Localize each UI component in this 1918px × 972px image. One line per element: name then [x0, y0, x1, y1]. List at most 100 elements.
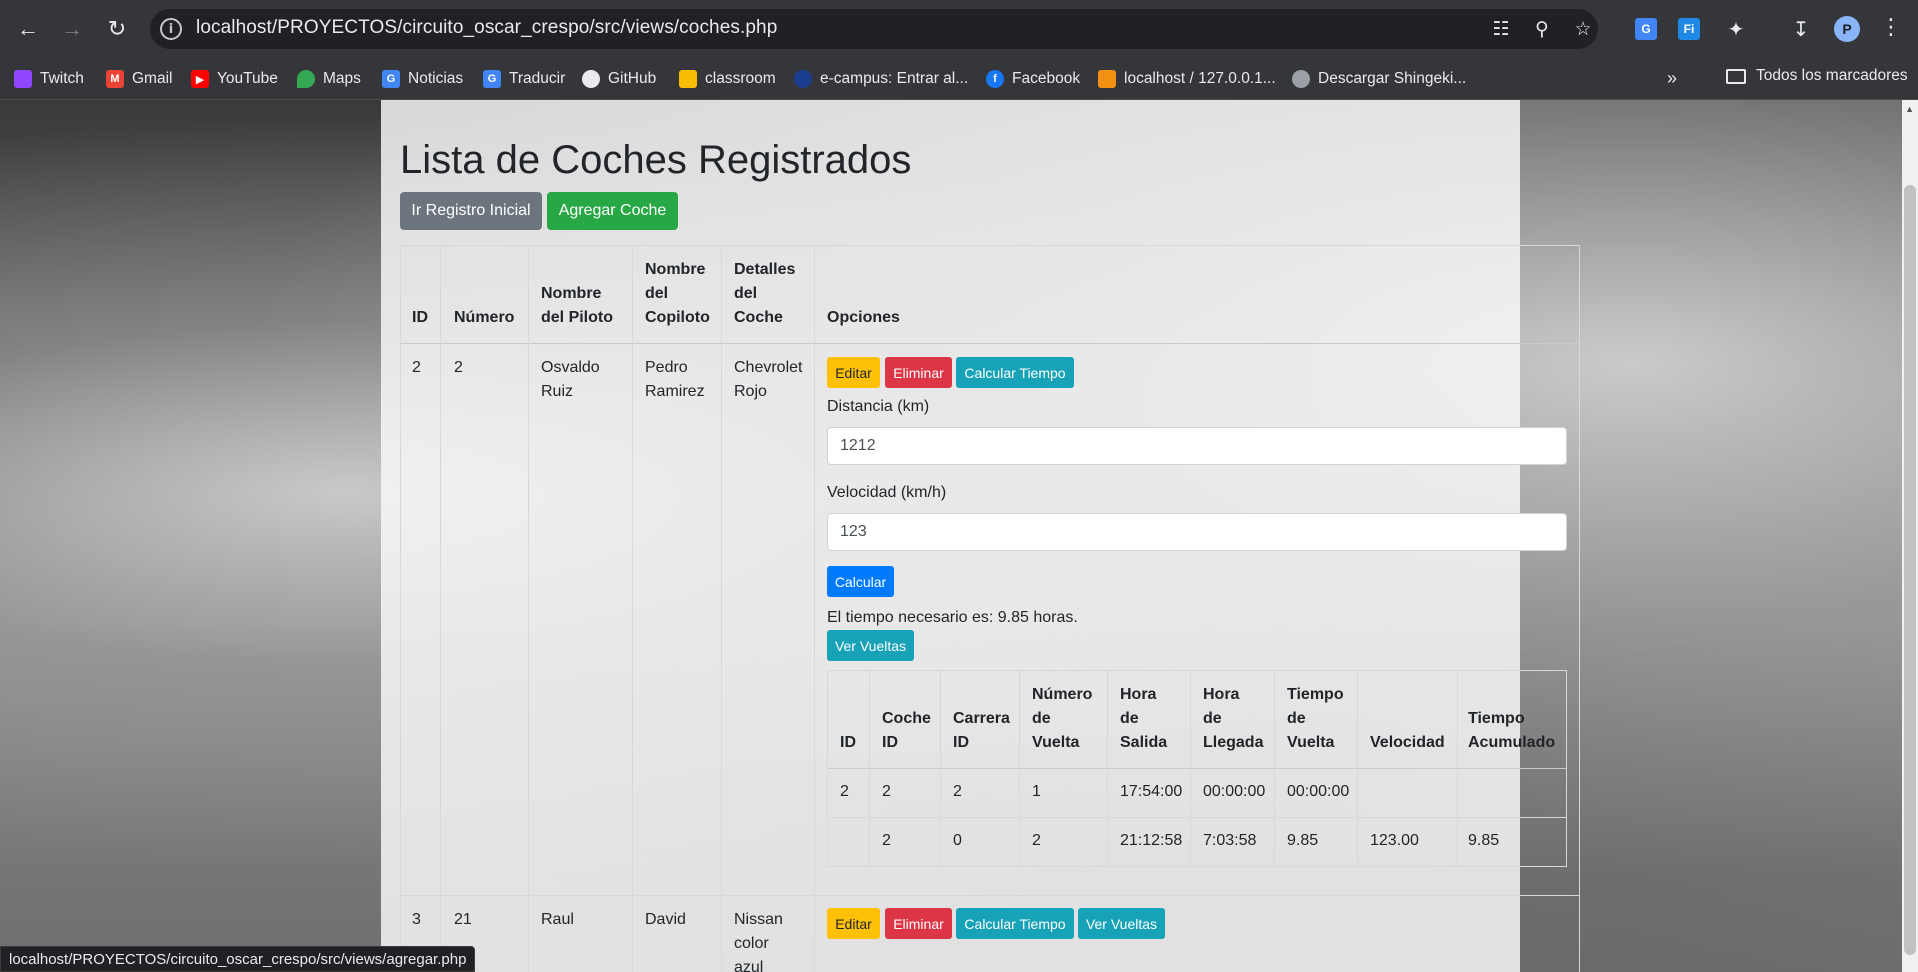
reload-icon[interactable]: ↻ [101, 13, 133, 45]
eliminar-button[interactable]: Eliminar [885, 357, 952, 388]
phpmyadmin-icon [1098, 70, 1116, 88]
table-border [827, 670, 828, 866]
cell-id: 2 [412, 359, 421, 376]
cell-line: Ramirez [645, 383, 705, 400]
agregar-coche-button[interactable]: Agregar Coche [547, 192, 678, 230]
browser-menu-icon[interactable]: ⋮ [1878, 14, 1904, 40]
downloads-icon[interactable]: ↧ [1786, 14, 1816, 44]
all-bookmarks-label: Todos los marcadores [1756, 67, 1908, 84]
profile-avatar[interactable]: P [1834, 16, 1860, 42]
bookmark-github[interactable]: GitHub [582, 67, 656, 91]
lap-cell-llegada: 7:03:58 [1203, 832, 1257, 849]
cell-copiloto: David [645, 908, 686, 932]
bookmark-label: Maps [323, 70, 361, 87]
header-copiloto: Nombre del Copiloto [645, 258, 710, 330]
lap-header-numero: Número de Vuelta [1032, 683, 1092, 755]
velocidad-input[interactable]: 123 [827, 513, 1567, 551]
zoom-icon[interactable]: ⚲ [1528, 15, 1556, 43]
bookmark-label: localhost / 127.0.0.1... [1124, 70, 1276, 87]
table-border [528, 245, 529, 972]
site-info-icon[interactable]: i [160, 18, 182, 40]
lap-cell-llegada: 00:00:00 [1203, 783, 1266, 800]
back-icon[interactable]: ← [12, 13, 44, 45]
lap-cell-acumulado: 9.85 [1468, 832, 1500, 849]
extensions-puzzle-icon[interactable]: ✦ [1721, 14, 1751, 44]
ver-vueltas-button[interactable]: Ver Vueltas [1078, 908, 1165, 939]
page-title: Lista de Coches Registrados [400, 138, 912, 182]
header-detalles: Detalles del Coche [734, 258, 795, 330]
translate-page-icon[interactable]: ☷ [1487, 15, 1515, 43]
extension-fi-icon[interactable]: Fi [1674, 14, 1704, 44]
header-line: del Piloto [541, 309, 613, 326]
bookmark-label: Gmail [132, 70, 173, 87]
browser-toolbar: ← → ↻ i localhost/PROYECTOS/circuito_osc… [0, 0, 1918, 58]
table-border [1579, 245, 1580, 972]
classroom-icon [679, 70, 697, 88]
lap-cell-numero: 1 [1032, 783, 1041, 800]
table-border [1107, 670, 1108, 866]
registro-inicial-button[interactable]: Ir Registro Inicial [400, 192, 542, 230]
bookmark-shingeki[interactable]: Descargar Shingeki... [1292, 67, 1466, 91]
cell-line: Pedro [645, 359, 688, 376]
table-border [1457, 670, 1458, 866]
bookmark-ecampus[interactable]: e-campus: Entrar al... [794, 67, 968, 91]
header-line: Salida [1120, 734, 1168, 751]
distancia-input[interactable]: 1212 [827, 427, 1567, 465]
ver-vueltas-button[interactable]: Ver Vueltas [827, 630, 914, 661]
velocidad-label: Velocidad (km/h) [827, 484, 947, 501]
bookmark-phpmyadmin[interactable]: localhost / 127.0.0.1... [1098, 67, 1276, 91]
bookmark-label: GitHub [608, 70, 657, 87]
lap-cell-velocidad: 123.00 [1370, 832, 1419, 849]
lap-header-llegada: Hora de Llegada [1203, 683, 1263, 755]
scroll-up-icon[interactable]: ▲ [1905, 104, 1914, 114]
calcular-tiempo-button[interactable]: Calcular Tiempo [956, 357, 1074, 388]
bookmark-label: Traducir [509, 70, 566, 87]
google-translate-extension-icon[interactable]: G [1631, 14, 1661, 44]
header-line: de [1203, 710, 1222, 727]
editar-button[interactable]: Editar [827, 357, 880, 388]
news-icon: G [382, 70, 400, 88]
header-line: Tiempo [1287, 686, 1344, 703]
bookmark-facebook[interactable]: f Facebook [986, 67, 1080, 91]
cell-piloto: Raul [541, 908, 574, 932]
table-border [400, 895, 1580, 896]
scrollbar-thumb[interactable] [1904, 185, 1916, 955]
bookmark-star-icon[interactable]: ☆ [1569, 15, 1597, 43]
lap-cell-numero: 2 [1032, 832, 1041, 849]
header-line: Coche [734, 309, 783, 326]
header-line: Carrera [953, 710, 1010, 727]
table-border [400, 343, 1580, 344]
bookmark-gmail[interactable]: M Gmail [106, 67, 172, 91]
page-scrollbar[interactable]: ▲ [1902, 100, 1918, 972]
table-border [869, 670, 870, 866]
forward-icon[interactable]: → [56, 13, 88, 45]
header-line: ID [882, 734, 898, 751]
bookmark-classroom[interactable]: classroom [679, 67, 776, 91]
lap-cell-carrera: 2 [953, 783, 962, 800]
lap-cell-id: 2 [840, 783, 849, 800]
editar-button[interactable]: Editar [827, 908, 880, 939]
calcular-button[interactable]: Calcular [827, 566, 894, 597]
cell-line: Rojo [734, 383, 767, 400]
bookmark-label: Noticias [408, 70, 464, 87]
lap-header-salida: Hora de Salida [1120, 683, 1167, 755]
bookmark-maps[interactable]: Maps [297, 67, 361, 91]
bookmark-youtube[interactable]: ▶ YouTube [191, 67, 278, 91]
bookmark-noticias[interactable]: G Noticias [382, 67, 463, 91]
lap-header-carrera: Carrera ID [953, 707, 1010, 755]
all-bookmarks-button[interactable]: Todos los marcadores [1726, 67, 1908, 85]
header-line: Hora [1120, 686, 1157, 703]
bookmark-traducir[interactable]: G Traducir [483, 67, 565, 91]
calcular-tiempo-button[interactable]: Calcular Tiempo [956, 908, 1074, 939]
url-text[interactable]: localhost/PROYECTOS/circuito_oscar_cresp… [196, 17, 777, 39]
cell-numero: 21 [454, 911, 472, 928]
eliminar-button[interactable]: Eliminar [885, 908, 952, 939]
header-id: ID [412, 309, 428, 326]
header-line: de [1032, 710, 1051, 727]
cell-line: color [734, 935, 769, 952]
table-border [1566, 670, 1567, 866]
table-border [1274, 670, 1275, 866]
bookmark-twitch[interactable]: Twitch [14, 67, 84, 91]
cell-line: Raul [541, 911, 574, 928]
more-bookmarks-icon[interactable]: » [1667, 68, 1677, 89]
